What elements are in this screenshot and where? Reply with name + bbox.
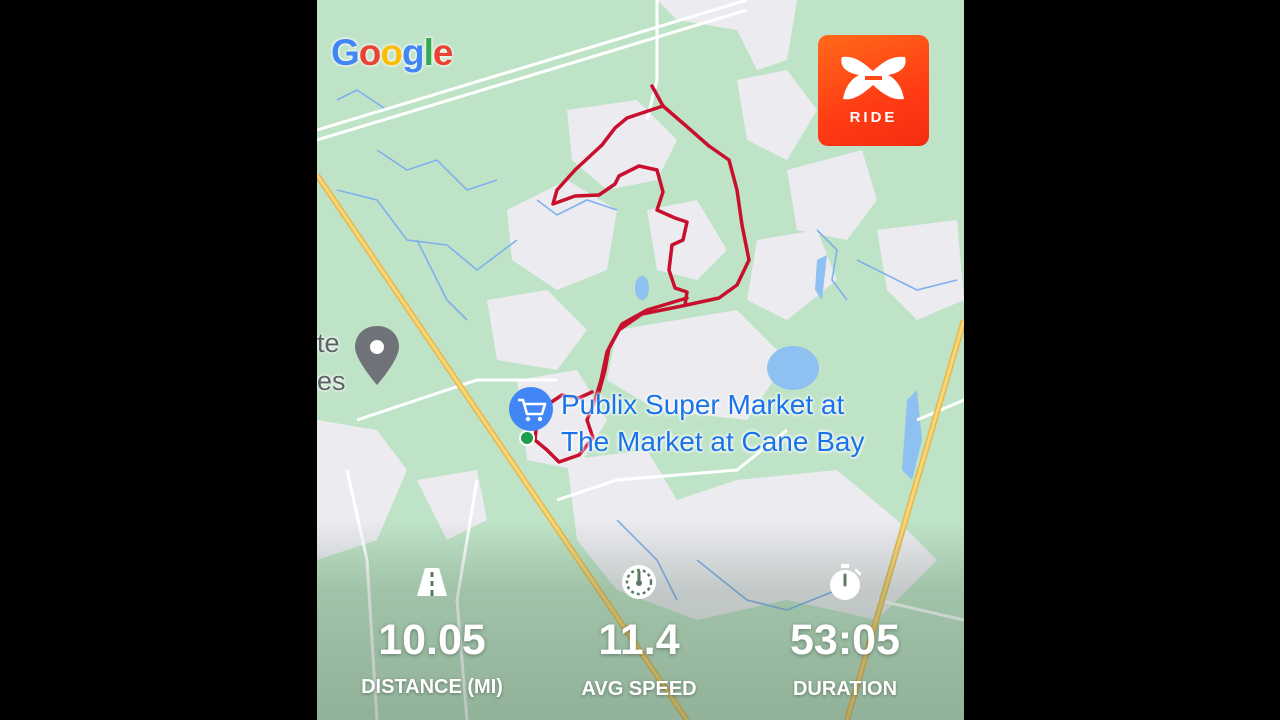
stopwatch-icon [825,562,865,602]
place-name-line2: The Market at Cane Bay [561,426,865,457]
google-logo: Google [331,32,453,73]
road-icon [412,562,452,602]
stats-bar: 10.05 DISTANCE (MI) 11.4 AVG SPEED 53:05… [317,520,964,720]
place-label[interactable]: Publix Super Market at The Market at Can… [561,386,864,460]
place-name-line1: Publix Super Market at [561,389,845,420]
partial-place-label: te es [317,328,346,396]
duration-label: DURATION [792,678,898,700]
distance-label: DISTANCE (MI) [361,676,503,698]
speedometer-icon [619,562,659,602]
shopping-cart-icon[interactable] [509,387,553,431]
avg-speed-label: AVG SPEED [581,678,697,700]
duration-value: 53:05 [790,616,900,664]
app-badge: RIDE [818,35,929,146]
under-armour-logo-icon [841,56,906,100]
map-view[interactable]: Google te es Publix Super Market at The … [317,0,964,720]
distance-value: 10.05 [378,616,486,664]
avg-speed-value: 11.4 [598,616,680,664]
app-badge-label: RIDE [849,109,898,126]
